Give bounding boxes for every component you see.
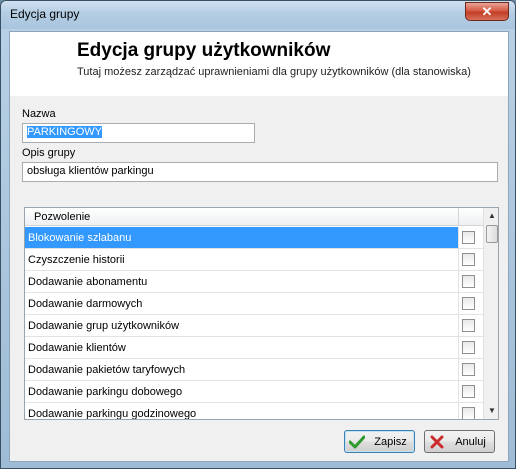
window-title: Edycja grupy <box>10 7 80 21</box>
permission-checkbox[interactable] <box>462 407 475 419</box>
description-field[interactable]: obsługa klientów parkingu <box>22 162 498 182</box>
description-label: Opis grupy <box>22 147 76 159</box>
permission-checkbox[interactable] <box>462 341 475 354</box>
name-field[interactable]: PARKINGOWY <box>22 123 255 143</box>
table-row[interactable]: Czyszczenie historii <box>25 249 483 271</box>
table-row[interactable]: Blokowanie szlabanu <box>25 227 483 249</box>
dialog-header: Edycja grupy użytkowników Tutaj możesz z… <box>10 32 508 96</box>
table-row[interactable]: Dodawanie parkingu dobowego <box>25 381 483 403</box>
permission-name: Dodawanie abonamentu <box>25 271 459 292</box>
grid-header: Pozwolenie <box>25 208 483 226</box>
permission-checkbox[interactable] <box>462 363 475 376</box>
title-bar[interactable]: Edycja grupy ✕ <box>1 1 515 29</box>
grid-rows: Blokowanie szlabanu Czyszczenie historii D… <box>25 227 483 419</box>
save-button[interactable]: Zapisz <box>344 430 415 453</box>
table-row[interactable]: Dodawanie grup użytkowników <box>25 315 483 337</box>
column-header-permission[interactable]: Pozwolenie <box>25 208 459 226</box>
close-icon: ✕ <box>481 3 493 19</box>
dialog-window: Edycja grupy ✕ Edycja grupy użytkowników… <box>0 0 516 469</box>
cancel-button[interactable]: Anuluj <box>424 430 495 453</box>
close-button[interactable]: ✕ <box>465 2 509 21</box>
name-label: Nazwa <box>22 108 56 120</box>
save-button-label: Zapisz <box>374 435 407 448</box>
cancel-button-label: Anuluj <box>455 435 486 448</box>
x-icon <box>429 434 445 450</box>
permissions-grid[interactable]: Pozwolenie Blokowanie szlabanu Czyszczeni… <box>24 207 499 420</box>
permission-checkbox[interactable] <box>462 275 475 288</box>
permission-checkbox[interactable] <box>462 253 475 266</box>
scroll-down-arrow-icon[interactable]: ▼ <box>484 403 498 419</box>
table-row[interactable]: Dodawanie parkingu godzinowego <box>25 403 483 419</box>
permission-name: Czyszczenie historii <box>25 249 459 270</box>
scroll-thumb[interactable] <box>486 225 498 243</box>
permission-name: Dodawanie pakietów taryfowych <box>25 359 459 380</box>
table-row[interactable]: Dodawanie abonamentu <box>25 271 483 293</box>
permission-name: Dodawanie klientów <box>25 337 459 358</box>
permission-name: Blokowanie szlabanu <box>25 227 459 248</box>
permission-name: Dodawanie darmowych <box>25 293 459 314</box>
permission-name: Dodawanie parkingu dobowego <box>25 381 459 402</box>
vertical-scrollbar[interactable]: ▲ ▼ <box>483 208 498 419</box>
name-field-value: PARKINGOWY <box>27 126 102 138</box>
table-row[interactable]: Dodawanie pakietów taryfowych <box>25 359 483 381</box>
column-header-checkbox <box>459 208 483 226</box>
permission-checkbox[interactable] <box>462 297 475 310</box>
permission-name: Dodawanie parkingu godzinowego <box>25 403 459 419</box>
page-subtitle: Tutaj możesz zarządzać uprawnieniami dla… <box>77 66 471 78</box>
dialog-body: Edycja grupy użytkowników Tutaj możesz z… <box>9 31 509 462</box>
description-field-value: obsługa klientów parkingu <box>27 165 154 177</box>
check-icon <box>349 434 365 450</box>
table-row[interactable]: Dodawanie darmowych <box>25 293 483 315</box>
permission-name: Dodawanie grup użytkowników <box>25 315 459 336</box>
page-title: Edycja grupy użytkowników <box>77 40 331 61</box>
table-row[interactable]: Dodawanie klientów <box>25 337 483 359</box>
scroll-up-arrow-icon[interactable]: ▲ <box>484 208 498 224</box>
permission-checkbox[interactable] <box>462 385 475 398</box>
permission-checkbox[interactable] <box>462 319 475 332</box>
permission-checkbox[interactable] <box>462 231 475 244</box>
